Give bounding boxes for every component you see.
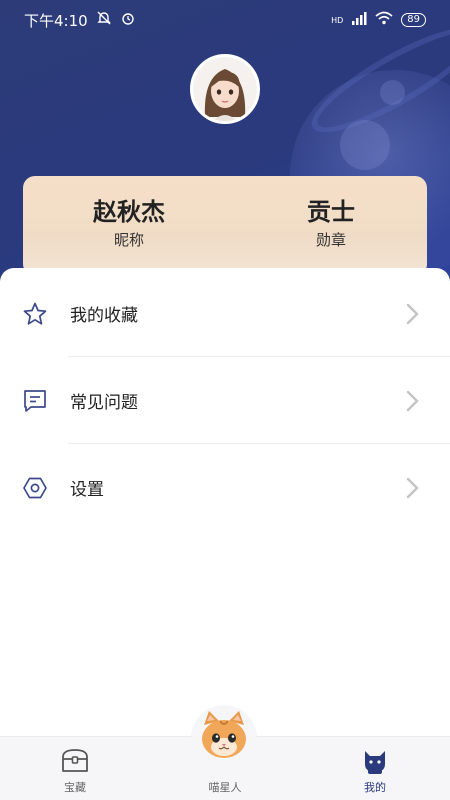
network-label: HD xyxy=(331,15,344,25)
tab-treasure[interactable]: 宝藏 xyxy=(15,737,135,800)
message-icon xyxy=(22,388,48,414)
nickname-section: 赵秋杰 昵称 xyxy=(54,196,204,252)
chevron-right-icon xyxy=(404,302,420,326)
badge-section[interactable]: 贡士 勋章 xyxy=(256,196,406,252)
menu-item-label: 设置 xyxy=(70,480,104,500)
settings-icon xyxy=(22,475,48,501)
alarm-icon xyxy=(120,10,136,30)
menu-item-faq[interactable]: 常见问题 xyxy=(0,357,450,444)
menu-list: 我的收藏 常见问题 设置 xyxy=(0,268,450,736)
star-icon xyxy=(22,301,48,327)
menu-item-label: 常见问题 xyxy=(70,393,138,413)
chevron-right-icon xyxy=(404,389,420,413)
nickname-value: 赵秋杰 xyxy=(93,198,165,226)
planet-crater-decoration xyxy=(340,120,390,170)
tab-label: 宝藏 xyxy=(64,781,86,794)
badge-label: 勋章 xyxy=(315,231,346,249)
cat-tab-button[interactable] xyxy=(191,705,257,771)
battery-indicator: 89 xyxy=(401,13,426,27)
status-time: 下午4:10 xyxy=(24,11,88,30)
notifications-off-icon xyxy=(96,10,112,30)
menu-item-label: 我的收藏 xyxy=(70,306,138,326)
tab-mine[interactable]: 我的 xyxy=(315,737,435,800)
treasure-chest-icon xyxy=(60,747,90,775)
avatar-image xyxy=(193,57,257,121)
menu-item-favorites[interactable]: 我的收藏 xyxy=(0,270,450,357)
avatar[interactable] xyxy=(190,54,260,124)
profile-info-card: 赵秋杰 昵称 贡士 勋章 xyxy=(23,176,427,276)
wifi-icon xyxy=(375,11,393,29)
badge-value: 贡士 xyxy=(307,198,355,226)
status-bar: 下午4:10 HD 89 xyxy=(0,0,450,40)
tab-label: 喵星人 xyxy=(208,781,242,794)
chevron-right-icon xyxy=(404,476,420,500)
tab-label: 我的 xyxy=(364,781,386,794)
nickname-label: 昵称 xyxy=(113,231,144,249)
menu-item-settings[interactable]: 设置 xyxy=(0,444,450,531)
cat-silhouette-icon xyxy=(360,747,390,775)
signal-icon xyxy=(351,11,367,29)
cat-face-icon xyxy=(202,711,246,758)
planet-crater-decoration xyxy=(380,80,405,105)
